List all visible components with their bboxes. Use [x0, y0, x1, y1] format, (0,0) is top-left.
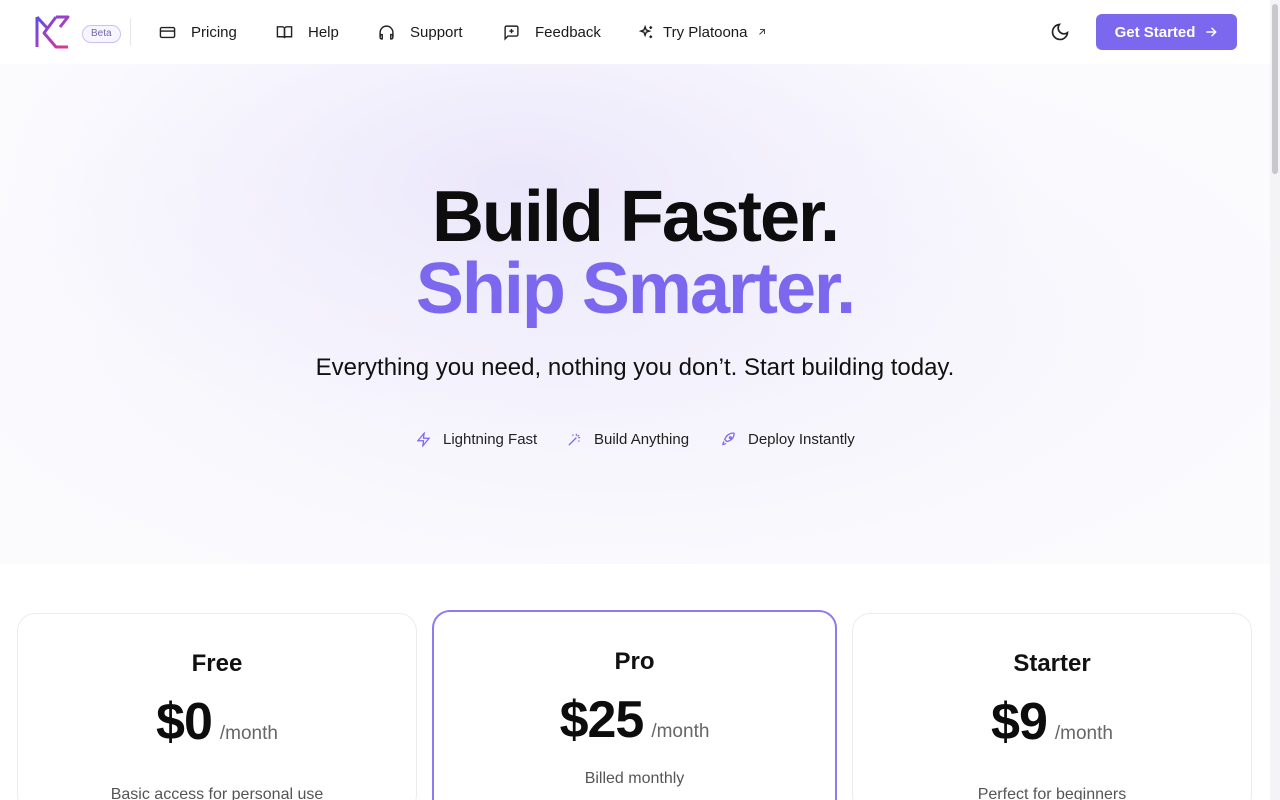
plan-period: /month: [219, 723, 278, 744]
logo-icon[interactable]: [34, 15, 70, 49]
plan-description: Basic access for personal use: [110, 786, 324, 800]
price-row: $9 /month: [853, 692, 1251, 752]
plan-card-pro[interactable]: Pro $25 /month Billed monthly: [432, 610, 837, 800]
credit-card-icon: [159, 26, 176, 38]
feature-label: Build Anything: [594, 431, 690, 448]
get-started-label: Get Started: [1114, 23, 1196, 41]
arrow-right-icon: [1206, 27, 1218, 37]
plan-description: Perfect for beginners: [977, 786, 1127, 800]
external-link-icon: [758, 29, 765, 35]
book-open-icon: [276, 25, 293, 38]
nav-pricing[interactable]: Pricing: [159, 20, 237, 44]
plan-period: /month: [1054, 723, 1113, 744]
hero-title-line1: Build Faster.: [431, 177, 840, 257]
nav-support-label: Support: [410, 23, 463, 41]
plan-name: Free: [191, 650, 243, 677]
moon-icon[interactable]: [1050, 22, 1070, 42]
nav-feedback-label: Feedback: [535, 23, 601, 41]
plan-name: Starter: [1013, 650, 1091, 677]
feature-deploy-instantly: Deploy Instantly: [721, 431, 855, 448]
beta-badge: Beta: [82, 25, 121, 43]
plan-price: $25: [559, 691, 645, 749]
nav-support[interactable]: Support: [378, 20, 463, 44]
scrollbar-thumb[interactable]: [1272, 4, 1278, 174]
plan-price: $9: [991, 693, 1048, 751]
hero-subtitle: Everything you need, nothing you don’t. …: [315, 354, 955, 381]
rocket-icon: [722, 432, 735, 446]
feature-label: Lightning Fast: [443, 431, 538, 448]
plan-name: Pro: [614, 648, 655, 675]
nav-help[interactable]: Help: [276, 20, 339, 44]
page-scrollbar[interactable]: [1270, 0, 1280, 800]
header-divider: [130, 18, 131, 46]
nav-feedback[interactable]: Feedback: [503, 20, 601, 44]
get-started-button[interactable]: Get Started: [1096, 14, 1237, 50]
plan-period: /month: [651, 721, 710, 742]
nav-pricing-label: Pricing: [191, 23, 237, 41]
top-navbar: Beta Pricing Help Support Feedback Try P…: [0, 0, 1270, 64]
price-row: $25 /month: [434, 690, 835, 750]
message-plus-icon: [504, 24, 519, 41]
feature-label: Deploy Instantly: [748, 431, 855, 448]
price-row: $0 /month: [18, 692, 416, 752]
hero-section: Build Faster. Ship Smarter. Everything y…: [0, 64, 1270, 564]
magic-wand-icon: [568, 433, 581, 446]
nav-try-platoona-label: Try Platoona: [663, 23, 748, 41]
plan-card-free[interactable]: Free $0 /month Basic access for personal…: [17, 613, 417, 800]
lightning-icon: [416, 432, 431, 447]
plan-description: Billed monthly: [584, 770, 685, 787]
nav-try-platoona[interactable]: Try Platoona: [638, 20, 768, 44]
feature-build-anything: Build Anything: [567, 431, 689, 448]
plan-price: $0: [156, 693, 213, 751]
sparkles-icon: [638, 24, 653, 38]
hero-title-line2: Ship Smarter.: [415, 249, 856, 329]
plan-card-starter[interactable]: Starter $9 /month Perfect for beginners: [852, 613, 1252, 800]
headphones-icon: [379, 24, 394, 40]
feature-lightning-fast: Lightning Fast: [416, 431, 537, 448]
nav-help-label: Help: [308, 23, 339, 41]
